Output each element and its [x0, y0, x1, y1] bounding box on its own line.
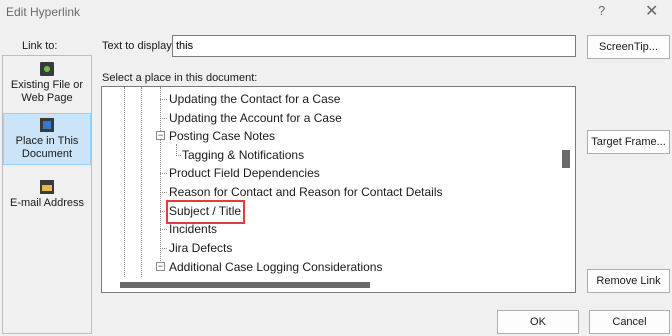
tree-item[interactable]: Posting Case Notes: [169, 127, 275, 145]
target-frame-button[interactable]: Target Frame...: [587, 130, 670, 154]
place-in-document-icon: [40, 118, 54, 132]
tree-item[interactable]: Tagging & Notifications: [182, 146, 304, 164]
tree-branch-line: [160, 229, 167, 230]
tree-item[interactable]: Updating the Contact for a Case: [169, 90, 340, 108]
title-bar: Edit Hyperlink ? ✕: [0, 0, 672, 26]
tree-guide-line: [124, 87, 125, 277]
tree-branch-line: [160, 192, 167, 193]
link-to-place-in-document-label: Place in This Document: [15, 135, 79, 160]
tree-branch-line: [160, 248, 167, 249]
collapse-icon[interactable]: −: [156, 262, 165, 271]
tree-item[interactable]: Additional Case Logging Considerations: [169, 258, 382, 276]
link-to-place-in-document[interactable]: Place in This Document: [3, 113, 91, 165]
tree-branch-line: [160, 118, 167, 119]
email-address-icon: [40, 180, 54, 194]
tree-item[interactable]: Reason for Contact and Reason for Contac…: [169, 183, 442, 201]
tree-item[interactable]: Updating the Account for a Case: [169, 109, 342, 127]
tree-branch-line: [160, 211, 167, 212]
link-to-panel: Existing File or Web Page Place in This …: [2, 55, 92, 334]
link-to-email-address-label: E-mail Address: [10, 197, 84, 209]
link-to-email-address[interactable]: E-mail Address: [3, 180, 91, 214]
link-to-existing-file[interactable]: Existing File or Web Page: [3, 58, 91, 108]
tree-item[interactable]: Product Field Dependencies: [169, 164, 320, 182]
tree-item[interactable]: Incidents: [169, 220, 217, 238]
existing-file-icon: [40, 62, 54, 76]
link-to-existing-file-label: Existing File or Web Page: [10, 79, 84, 104]
select-place-label: Select a place in this document:: [102, 72, 258, 84]
remove-link-button[interactable]: Remove Link: [587, 269, 670, 293]
close-button[interactable]: ✕: [645, 1, 658, 21]
vertical-scroll-thumb[interactable]: [562, 150, 570, 168]
help-button[interactable]: ?: [598, 3, 605, 18]
horizontal-scroll-thumb[interactable]: [120, 282, 370, 288]
ok-button[interactable]: OK: [497, 310, 579, 334]
tree-guide-line: [141, 87, 142, 277]
collapse-icon[interactable]: −: [156, 131, 165, 140]
tree-branch-line: [160, 99, 167, 100]
tree-item-selected[interactable]: Subject / Title: [169, 202, 241, 220]
tree-guide-line: [160, 87, 161, 267]
text-to-display-label: Text to display:: [102, 40, 175, 52]
dialog-title: Edit Hyperlink: [6, 5, 81, 19]
screentip-button[interactable]: ScreenTip...: [587, 35, 670, 59]
text-to-display-input[interactable]: [172, 35, 576, 57]
tree-branch-line: [176, 155, 181, 156]
vertical-scrollbar[interactable]: [558, 87, 575, 277]
cancel-button[interactable]: Cancel: [589, 310, 670, 334]
link-to-label: Link to:: [22, 40, 58, 52]
tree-branch-line: [160, 173, 167, 174]
tree-item[interactable]: Jira Defects: [169, 239, 232, 257]
